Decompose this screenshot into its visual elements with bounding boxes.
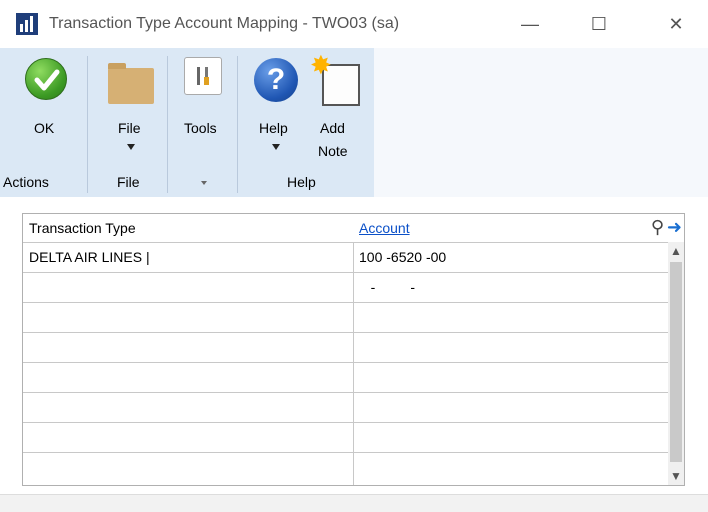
cell-transaction-type[interactable]: DELTA AIR LINES | <box>23 242 353 272</box>
help-label: Help <box>259 120 288 136</box>
row-divider <box>23 302 684 303</box>
lookup-magnifier-icon[interactable]: ⚲ <box>651 217 664 237</box>
scroll-thumb[interactable] <box>670 262 682 462</box>
status-strip <box>0 494 708 512</box>
chevron-down-icon <box>272 144 280 150</box>
ribbon-groups: OK Actions File File Tools ? Help ✸ Add … <box>0 48 374 197</box>
group-label-file: File <box>117 174 140 190</box>
chevron-down-icon <box>127 144 135 150</box>
group-label-actions: Actions <box>3 174 49 190</box>
add-note-label-line2: Note <box>318 143 348 159</box>
window-title: Transaction Type Account Mapping - TWO03… <box>49 15 400 32</box>
cell-account[interactable]: - - <box>353 272 668 302</box>
vertical-scrollbar[interactable]: ▲ ▼ <box>668 242 684 485</box>
title-bar: Transaction Type Account Mapping - TWO03… <box>0 0 708 48</box>
row-divider <box>23 332 684 333</box>
tools-icon <box>184 57 222 95</box>
ok-label: OK <box>34 120 55 136</box>
row-divider <box>23 362 684 363</box>
app-icon <box>16 13 38 35</box>
group-separator <box>87 56 88 193</box>
column-header-account-link[interactable]: Account <box>353 214 633 242</box>
scroll-down-icon[interactable]: ▼ <box>668 467 684 485</box>
cell-account[interactable]: 100 -6520 -00 <box>353 242 668 272</box>
add-note-label-line1: Add <box>320 120 345 136</box>
ribbon: OK Actions File File Tools ? Help ✸ Add … <box>0 48 708 197</box>
minimize-button[interactable]: — <box>507 8 553 40</box>
go-arrow-icon[interactable]: ➜ <box>667 217 682 237</box>
folder-icon <box>108 63 154 104</box>
close-button[interactable]: ✕ <box>653 8 699 40</box>
help-question-icon: ? <box>254 58 298 102</box>
column-header-transaction-type[interactable]: Transaction Type <box>23 214 353 242</box>
group-separator <box>167 56 168 193</box>
group-separator <box>237 56 238 193</box>
maximize-button[interactable]: ☐ <box>576 8 622 40</box>
note-star-icon: ✸ <box>310 50 332 80</box>
row-divider <box>23 392 684 393</box>
mapping-grid: Transaction Type Account ⚲ ➜ DELTA AIR L… <box>22 213 685 486</box>
file-label: File <box>118 120 141 136</box>
scroll-up-icon[interactable]: ▲ <box>668 242 684 260</box>
tools-label: Tools <box>184 120 217 136</box>
row-divider <box>23 422 684 423</box>
ok-check-icon <box>25 58 67 100</box>
tools-group-expand-icon[interactable] <box>201 181 207 185</box>
group-label-help: Help <box>287 174 316 190</box>
row-divider <box>23 452 684 453</box>
